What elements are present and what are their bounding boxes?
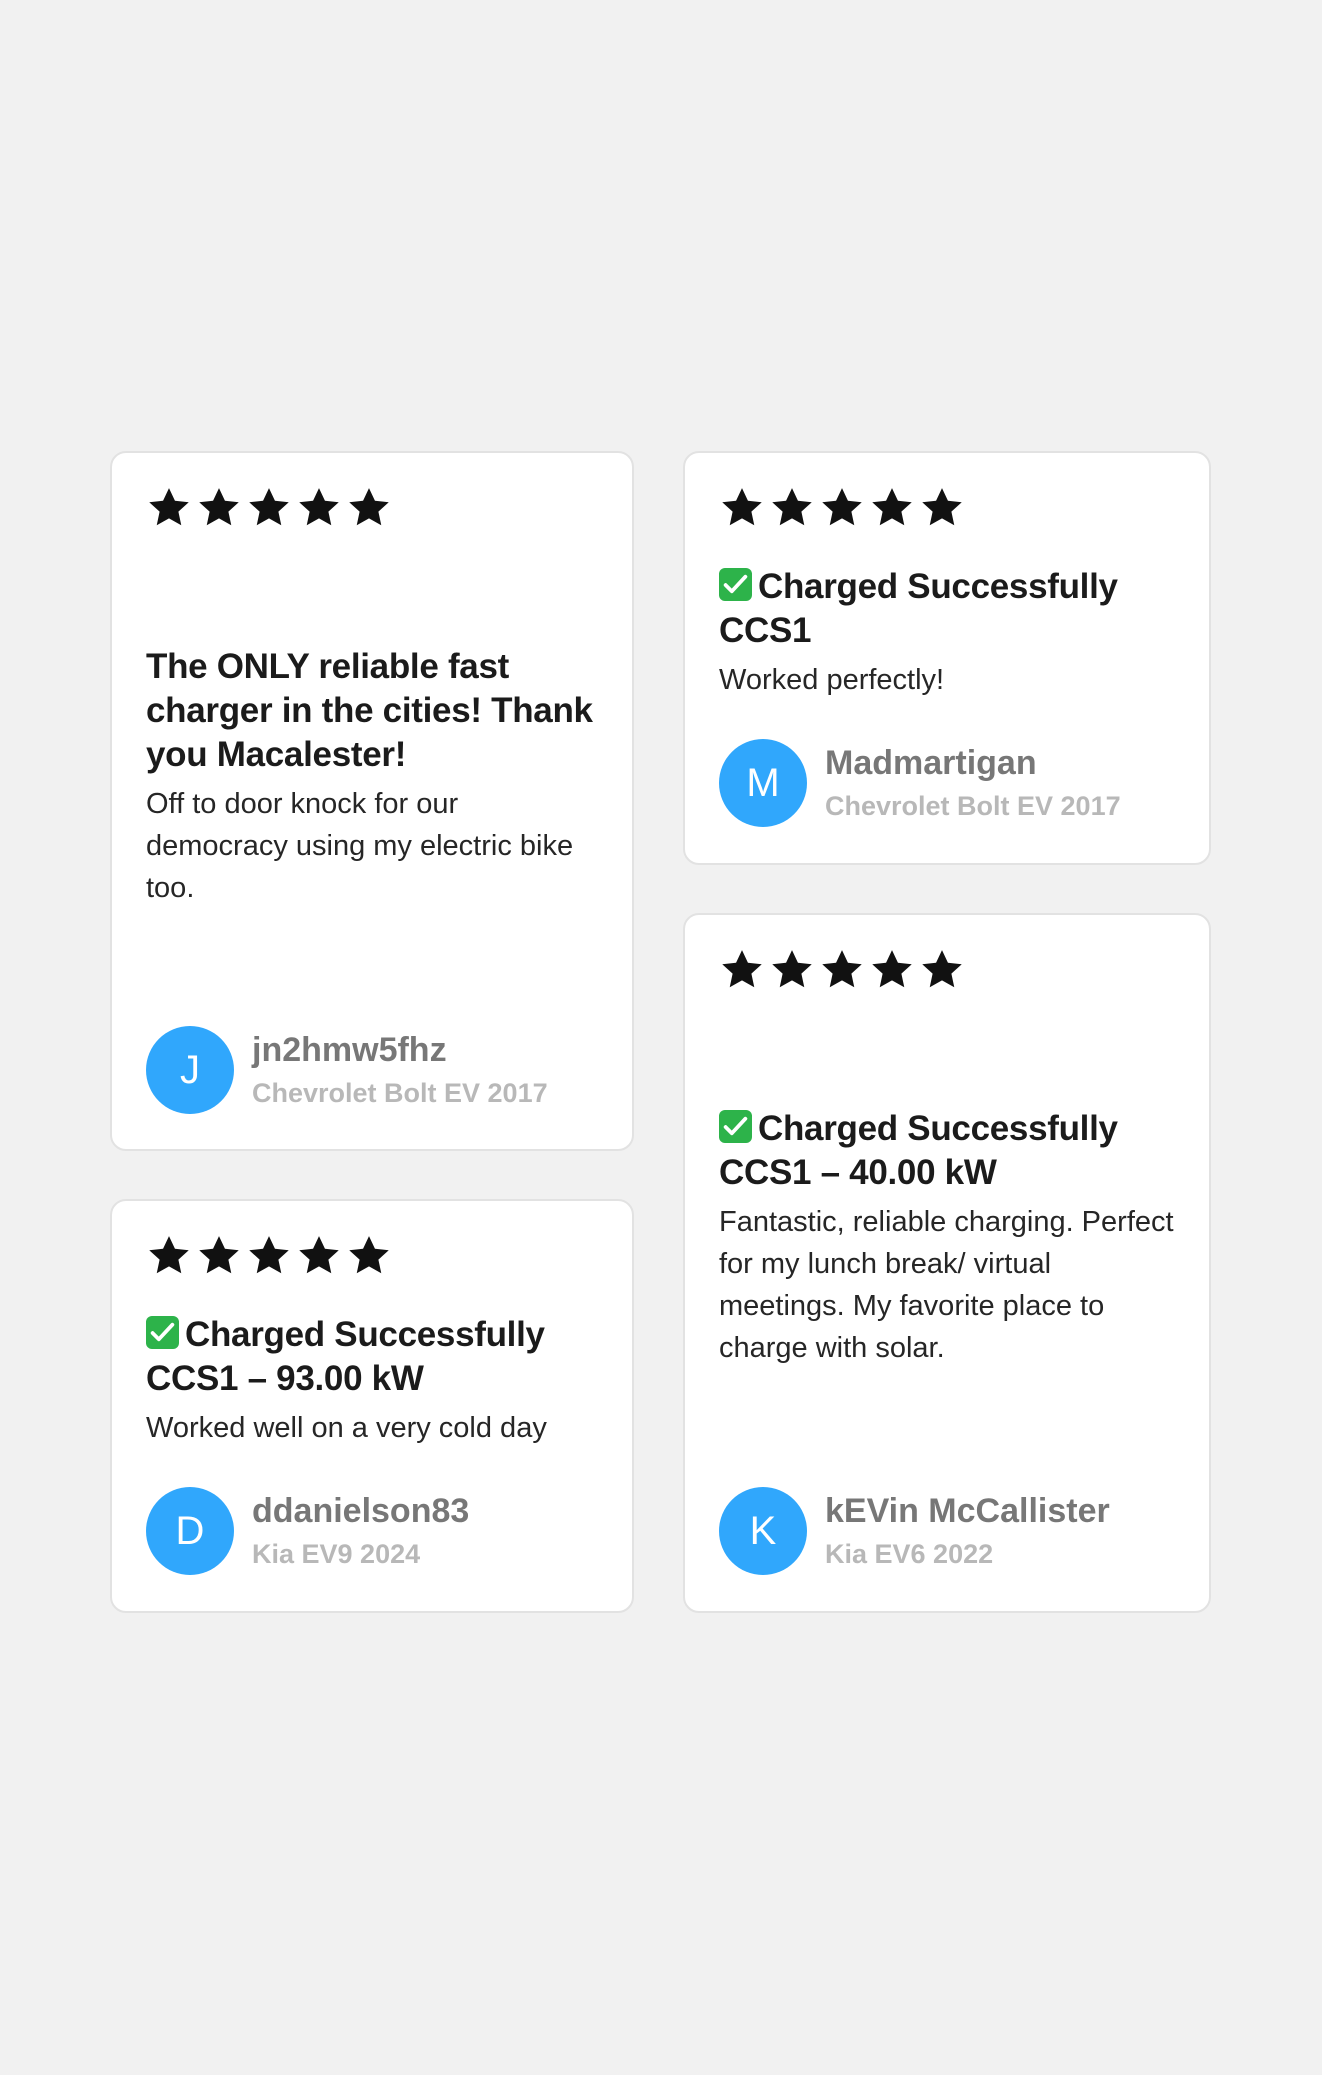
review-card: Charged Successfully CCS1 – 40.00 kW Fan… xyxy=(683,913,1211,1613)
star-icon xyxy=(719,485,765,531)
review-author: M Madmartigan Chevrolet Bolt EV 2017 xyxy=(719,739,1121,827)
check-mark-icon xyxy=(719,568,752,601)
star-icon xyxy=(769,485,815,531)
review-card: Charged Successfully CCS1 – 93.00 kW Wor… xyxy=(110,1199,634,1613)
author-vehicle: Chevrolet Bolt EV 2017 xyxy=(252,1078,548,1108)
review-content: Charged Successfully CCS1 Worked perfect… xyxy=(719,565,1179,701)
star-rating xyxy=(719,485,965,531)
star-icon xyxy=(869,947,915,993)
review-author: D ddanielson83 Kia EV9 2024 xyxy=(146,1487,469,1575)
star-icon xyxy=(719,947,765,993)
review-author: J jn2hmw5fhz Chevrolet Bolt EV 2017 xyxy=(146,1026,548,1114)
star-icon xyxy=(346,485,392,531)
review-headline-row: Charged Successfully CCS1 xyxy=(719,565,1179,653)
review-body: Off to door knock for our democracy usin… xyxy=(146,788,574,904)
avatar: J xyxy=(146,1026,234,1114)
star-icon xyxy=(196,485,242,531)
star-icon xyxy=(919,947,965,993)
review-headline-row: Charged Successfully CCS1 – 40.00 kW xyxy=(719,1107,1179,1195)
review-author: K kEVin McCallister Kia EV6 2022 xyxy=(719,1487,1110,1575)
star-icon xyxy=(819,947,865,993)
review-headline-row: Charged Successfully CCS1 – 93.00 kW xyxy=(146,1313,602,1401)
review-headline: Charged Successfully CCS1 xyxy=(719,567,1118,650)
author-vehicle: Chevrolet Bolt EV 2017 xyxy=(825,791,1121,821)
star-icon xyxy=(919,485,965,531)
review-body: Fantastic, reliable charging. Perfect fo… xyxy=(719,1206,1174,1364)
author-vehicle: Kia EV9 2024 xyxy=(252,1539,421,1569)
star-icon xyxy=(819,485,865,531)
review-card: Charged Successfully CCS1 Worked perfect… xyxy=(683,451,1211,865)
star-icon xyxy=(869,485,915,531)
star-icon xyxy=(146,485,192,531)
review-headline: Charged Successfully CCS1 – 93.00 kW xyxy=(146,1315,545,1398)
review-content: Charged Successfully CCS1 – 93.00 kW Wor… xyxy=(146,1313,602,1449)
author-username: ddanielson83 xyxy=(252,1492,470,1530)
review-body: Worked perfectly! xyxy=(719,664,945,696)
star-icon xyxy=(146,1233,192,1279)
review-content: Charged Successfully CCS1 – 40.00 kW Fan… xyxy=(719,1107,1179,1369)
star-icon xyxy=(769,947,815,993)
star-icon xyxy=(196,1233,242,1279)
avatar: K xyxy=(719,1487,807,1575)
star-icon xyxy=(296,1233,342,1279)
avatar: M xyxy=(719,739,807,827)
review-content: The ONLY reliable fast charger in the ci… xyxy=(146,645,602,909)
review-body: Worked well on a very cold day xyxy=(146,1412,547,1444)
star-rating xyxy=(719,947,965,993)
avatar: D xyxy=(146,1487,234,1575)
star-rating xyxy=(146,1233,392,1279)
author-username: jn2hmw5fhz xyxy=(252,1031,447,1069)
star-icon xyxy=(246,485,292,531)
author-vehicle: Kia EV6 2022 xyxy=(825,1539,994,1569)
star-rating xyxy=(146,485,392,531)
review-headline: Charged Successfully CCS1 – 40.00 kW xyxy=(719,1109,1118,1192)
star-icon xyxy=(246,1233,292,1279)
author-username: kEVin McCallister xyxy=(825,1492,1110,1530)
star-icon xyxy=(346,1233,392,1279)
check-mark-icon xyxy=(719,1110,752,1143)
star-icon xyxy=(296,485,342,531)
review-headline: The ONLY reliable fast charger in the ci… xyxy=(146,647,593,774)
check-mark-icon xyxy=(146,1316,179,1349)
review-card: The ONLY reliable fast charger in the ci… xyxy=(110,451,634,1151)
author-username: Madmartigan xyxy=(825,744,1037,782)
